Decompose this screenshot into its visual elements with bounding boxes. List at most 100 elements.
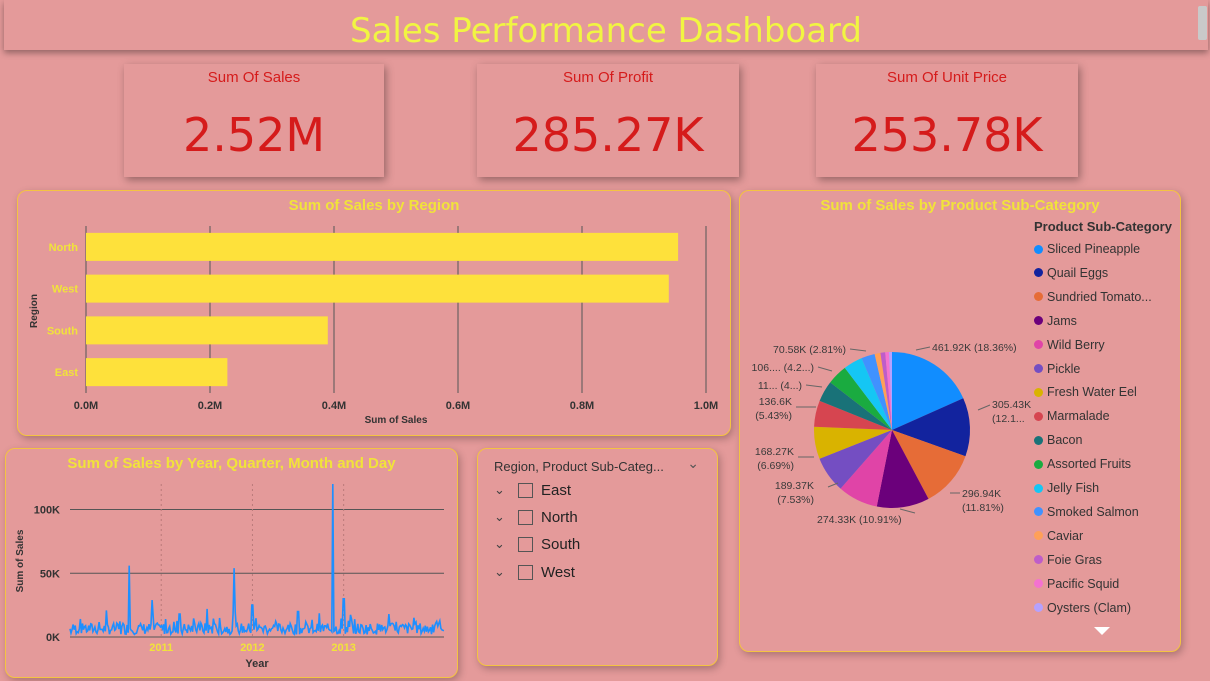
x-tick-label: 2012 [240,642,264,654]
legend-label: Jams [1047,313,1077,328]
kpi-card-unit-price[interactable]: Sum Of Unit Price 253.78K [816,64,1078,177]
slicer-item-south[interactable]: ⌄ South [494,533,580,555]
slicer-checkbox[interactable] [518,509,533,525]
kpi-label: Sum Of Profit [562,69,654,86]
pie-data-label: 305.43K [992,399,1031,411]
kpi-value: 285.27K [512,108,704,162]
legend-item[interactable]: Pacific Squid [1034,576,1119,592]
legend-item[interactable]: Quail Eggs [1034,265,1108,281]
legend-swatch [1034,411,1043,421]
legend-label: Bacon [1047,433,1083,448]
leader-line [899,508,916,514]
legend-label: Pacific Squid [1047,576,1120,591]
x-axis-title: Year [245,658,269,670]
legend-label: Marmalade [1047,409,1110,424]
kpi-label: Sum Of Sales [207,69,301,86]
legend-item[interactable]: Assorted Fruits [1034,456,1131,472]
pie-data-label: 70.58K (2.81%) [773,344,846,356]
legend-swatch [1034,244,1043,254]
slicer-item-label: East [541,481,572,499]
legend-item[interactable]: Jams [1034,313,1077,329]
kpi-card-sales[interactable]: Sum Of Sales 2.52M [124,64,384,177]
pie-data-label: (6.69%) [757,460,794,472]
region-slicer[interactable]: Region, Product Sub-Categ... ⌄ ⌄ East ⌄ … [477,448,718,666]
legend-swatch [1034,507,1043,517]
x-tick-label: 0.6M [446,400,470,412]
y-tick-label: West [52,284,78,296]
sales-series-line [69,483,445,638]
kpi-card-profit[interactable]: Sum Of Profit 285.27K [477,64,739,177]
legend-swatch [1034,387,1043,397]
legend-label: Foie Gras [1047,552,1102,567]
region-bar-chart-panel[interactable]: Sum of Sales by Region 0.0M 0.2M 0.4M 0.6M 0… [17,190,731,436]
subcategory-pie-panel[interactable]: Sum of Sales by Product Sub-Category 461… [739,190,1181,652]
pie-data-label: 136.6K [759,396,792,408]
leader-line [805,384,823,388]
leader-line [977,404,991,411]
legend-swatch [1034,316,1043,326]
slicer-item-label: West [541,563,575,581]
legend-item[interactable]: Oysters (Clam) [1034,600,1131,616]
expand-chevron-icon[interactable]: ⌄ [494,509,514,525]
legend-item[interactable]: Foie Gras [1034,552,1102,568]
pie-data-label: (12.1... [992,413,1025,425]
pie-data-label: 461.92K (18.36%) [932,342,1017,354]
expand-chevron-icon[interactable]: ⌄ [494,536,514,552]
slicer-item-east[interactable]: ⌄ East [494,479,571,501]
legend-item[interactable]: Sundried Tomato... [1034,289,1152,305]
slicer-checkbox[interactable] [518,536,533,552]
legend-item[interactable]: Bacon [1034,432,1082,448]
pie-data-label: (5.43%) [755,410,792,422]
bar-east [86,358,228,387]
bar-south [86,316,328,345]
dashboard-title: Sales Performance Dashboard [349,11,863,51]
pie-data-label: 274.33K (10.91%) [817,514,902,526]
legend-item[interactable]: Marmalade [1034,408,1110,424]
legend-item[interactable]: Pickle [1034,361,1080,377]
legend-label: Pickle [1047,361,1081,376]
slicer-checkbox[interactable] [518,482,533,498]
pie-data-label: 168.27K [755,446,794,458]
x-tick-label: 2013 [331,642,355,654]
legend-item[interactable]: Jelly Fish [1034,480,1099,496]
legend-item[interactable]: Sliced Pineapple [1034,241,1140,257]
legend-label: Caviar [1047,528,1084,543]
pie-data-label: 11... (4...) [758,380,802,392]
expand-chevron-icon[interactable]: ⌄ [494,482,514,498]
legend-item[interactable]: Caviar [1034,528,1083,544]
y-tick-label: North [49,242,79,254]
legend-label: Wild Berry [1047,337,1105,352]
expand-chevron-icon[interactable]: ⌄ [494,564,514,580]
kpi-label: Sum Of Unit Price [886,69,1008,86]
legend-label: Jelly Fish [1047,481,1100,495]
y-tick-label: 100K [34,505,60,517]
x-tick-label: 1.0M [694,400,718,412]
legend-item[interactable]: Smoked Salmon [1034,504,1139,520]
time-line-chart-panel[interactable]: Sum of Sales by Year, Quarter, Month and… [5,448,458,678]
pie-data-label: (11.81%) [962,502,1004,514]
slicer-item-north[interactable]: ⌄ North [494,506,578,528]
slicer-checkbox[interactable] [518,564,533,580]
legend-swatch [1034,268,1043,278]
y-tick-label: 50K [40,568,60,580]
kpi-value: 253.78K [851,108,1043,162]
legend-swatch [1034,459,1043,469]
legend-label: Fresh Water Eel [1047,385,1137,400]
y-tick-label: East [55,367,79,379]
pie-data-label: 189.37K [775,480,814,492]
legend-item[interactable]: Fresh Water Eel [1034,384,1137,400]
legend-label: Smoked Salmon [1047,504,1139,519]
pie-data-label: (7.53%) [777,494,814,506]
page-scrollbar[interactable] [1198,6,1207,40]
legend-swatch [1034,603,1043,612]
chevron-down-icon[interactable]: ⌄ [687,455,699,472]
legend-scroll-down-icon[interactable] [1094,627,1110,635]
slicer-item-west[interactable]: ⌄ West [494,561,575,583]
legend-label: Oysters (Clam) [1047,600,1132,615]
x-tick-label: 0.8M [570,400,594,412]
dashboard-title-bar: Sales Performance Dashboard [4,0,1208,51]
x-tick-label: 0.0M [74,400,98,412]
legend-swatch [1034,435,1043,445]
legend-item[interactable]: Wild Berry [1034,337,1105,353]
leader-line [849,348,867,352]
